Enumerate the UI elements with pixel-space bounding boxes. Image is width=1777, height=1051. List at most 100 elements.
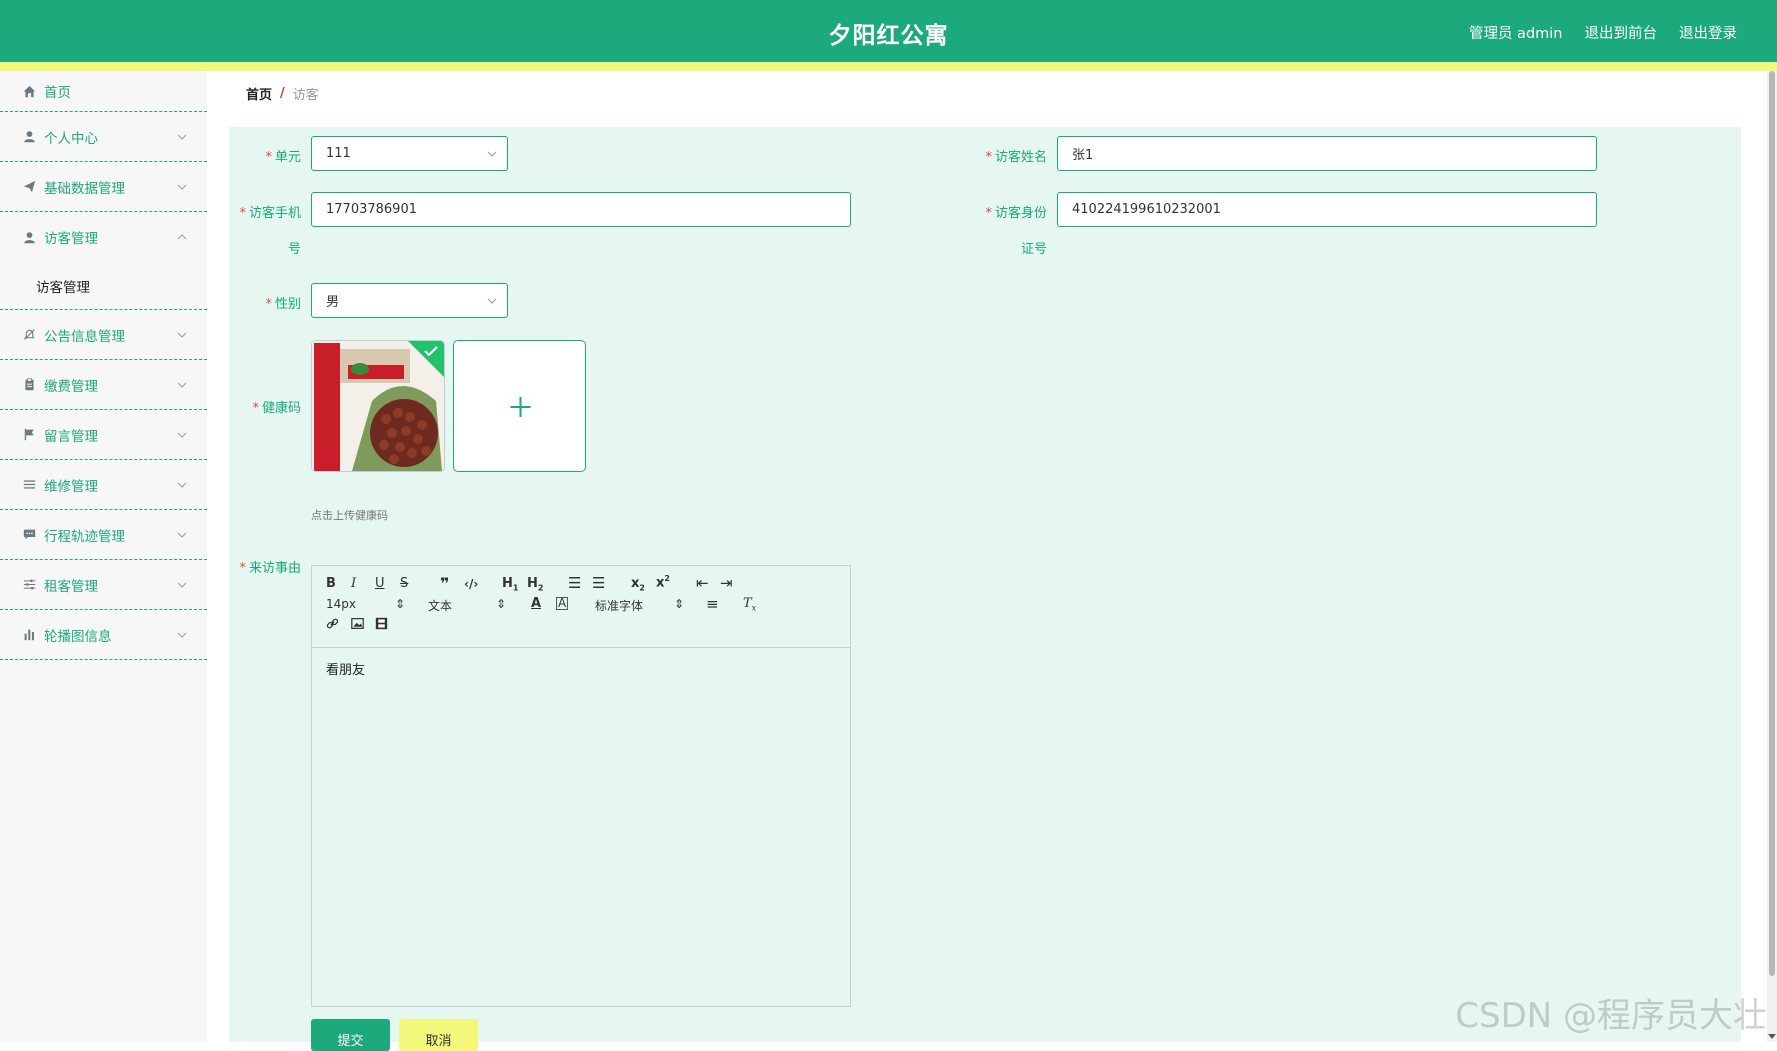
- strike-button[interactable]: S: [400, 576, 408, 591]
- header-select-arrows: ⇕: [496, 597, 507, 611]
- breadcrumb-home[interactable]: 首页: [246, 84, 272, 103]
- underline-button[interactable]: U: [375, 576, 385, 591]
- bold-button[interactable]: B: [326, 576, 336, 591]
- sidebar-item-repair[interactable]: 维修管理: [0, 460, 207, 510]
- sidebar-item-label: 缴费管理: [44, 378, 98, 395]
- health-code-label: * 健康码: [252, 401, 301, 416]
- required-mark: *: [985, 150, 992, 165]
- reason-label: * 来访事由: [239, 561, 301, 576]
- editor-content[interactable]: 看朋友: [326, 659, 365, 678]
- required-mark: *: [265, 297, 272, 312]
- cancel-button[interactable]: 取消: [399, 1019, 478, 1051]
- editor-toolbar: B I U S ❞ ‹/› H1 H2 ☰ ☰ x2 x2 ⇤ ⇥ 14px ⇕…: [312, 566, 850, 648]
- sidebar-item-payment[interactable]: 缴费管理: [0, 360, 207, 410]
- gender-select-value: 男: [326, 295, 340, 310]
- scroll-down-arrow-icon[interactable]: [1768, 1034, 1776, 1039]
- unit-label: * 单元: [265, 150, 301, 165]
- sidebar-item-tenants[interactable]: 租客管理: [0, 560, 207, 610]
- admin-user-label[interactable]: 管理员 admin: [1469, 22, 1563, 43]
- sidebar-item-carousel[interactable]: 轮播图信息: [0, 610, 207, 660]
- user-icon: [22, 230, 36, 244]
- logout-link[interactable]: 退出登录: [1679, 22, 1737, 43]
- page-scrollbar[interactable]: [1767, 71, 1777, 1042]
- header-select[interactable]: 文本: [428, 597, 452, 614]
- plus-icon: [510, 397, 531, 417]
- visitor-id-input[interactable]: 410224199610232001: [1057, 192, 1597, 227]
- visitor-phone-label-cont: 号: [287, 242, 301, 257]
- font-family-select[interactable]: 标准字体: [595, 597, 643, 614]
- blockquote-button[interactable]: ❞: [440, 574, 449, 593]
- font-family-select-arrows: ⇕: [674, 597, 685, 611]
- sidebar-item-home[interactable]: 首页: [0, 71, 207, 112]
- sidebar-item-personal-center[interactable]: 个人中心: [0, 112, 207, 162]
- health-code-tip: 点击上传健康码: [311, 509, 388, 522]
- bell-off-icon: [22, 328, 36, 342]
- sidebar-item-label: 租客管理: [44, 578, 98, 595]
- unit-select-value: 111: [326, 146, 351, 161]
- video-icon[interactable]: [375, 617, 388, 634]
- sidebar-item-messages[interactable]: 留言管理: [0, 410, 207, 460]
- text-color-button[interactable]: A: [531, 596, 541, 611]
- sidebar-item-label: 首页: [44, 85, 71, 101]
- subscript-button[interactable]: x2: [631, 576, 645, 593]
- bar-chart-icon: [22, 628, 36, 642]
- sidebar-item-basic-data[interactable]: 基础数据管理: [0, 162, 207, 212]
- chevron-down-icon: [177, 184, 187, 190]
- link-icon[interactable]: [326, 617, 339, 634]
- visitor-name-label: * 访客姓名: [985, 150, 1047, 165]
- health-code-image[interactable]: [311, 340, 445, 472]
- sidebar-item-label: 公告信息管理: [44, 328, 125, 345]
- visitor-form: * 单元 111 * 访客姓名 张1 * 访客手机 号 17703786901 * 访客…: [229, 127, 1741, 1051]
- visitor-phone-label: * 访客手机: [239, 206, 301, 221]
- top-links: 管理员 admin 退出到前台 退出登录: [1469, 22, 1737, 43]
- submit-button[interactable]: 提交: [311, 1019, 390, 1051]
- required-mark: *: [252, 401, 259, 416]
- chevron-down-icon: [177, 482, 187, 488]
- visitor-name-value: 张1: [1072, 148, 1094, 163]
- health-code-photo: [312, 341, 444, 471]
- sidebar-subitem-visitor-management[interactable]: 访客管理: [0, 262, 207, 310]
- header1-button[interactable]: H1: [502, 576, 518, 593]
- sidebar-item-label: 基础数据管理: [44, 180, 125, 197]
- background-color-button[interactable]: A: [556, 597, 569, 610]
- chevron-down-icon: [177, 382, 187, 388]
- visitor-phone-value: 17703786901: [326, 202, 417, 217]
- gender-select[interactable]: 男: [311, 283, 508, 318]
- chevron-up-icon: [177, 234, 187, 240]
- required-mark: *: [265, 150, 272, 165]
- ordered-list-button[interactable]: ☰: [568, 574, 581, 592]
- font-size-select[interactable]: 14px: [326, 597, 356, 611]
- sidebar-item-trajectory[interactable]: 行程轨迹管理: [0, 510, 207, 560]
- indent-button[interactable]: ⇥: [720, 574, 733, 592]
- visitor-name-input[interactable]: 张1: [1057, 136, 1597, 171]
- visitor-phone-input[interactable]: 17703786901: [311, 192, 851, 227]
- unit-select[interactable]: 111: [311, 136, 508, 171]
- user-icon: [22, 130, 36, 144]
- sidebar-item-visitor-management[interactable]: 访客管理: [0, 212, 207, 262]
- chevron-down-icon: [177, 332, 187, 338]
- superscript-button[interactable]: x2: [656, 574, 670, 590]
- bullet-list-button[interactable]: ☰: [592, 574, 605, 592]
- scrollbar-thumb[interactable]: [1769, 71, 1775, 976]
- home-icon: [22, 84, 36, 98]
- sidebar-item-notice[interactable]: 公告信息管理: [0, 310, 207, 360]
- chevron-down-icon: [177, 582, 187, 588]
- header2-button[interactable]: H2: [527, 576, 543, 593]
- image-icon[interactable]: [351, 617, 364, 634]
- chevron-down-icon: [487, 151, 497, 157]
- visitor-id-label-cont: 证号: [1020, 242, 1047, 257]
- visitor-id-value: 410224199610232001: [1072, 202, 1221, 217]
- sliders-icon: [22, 578, 36, 592]
- outdent-button[interactable]: ⇤: [696, 574, 709, 592]
- health-code-upload-button[interactable]: [453, 340, 586, 472]
- sidebar-item-label: 留言管理: [44, 428, 98, 445]
- sidebar-item-label: 轮播图信息: [44, 628, 112, 645]
- align-button[interactable]: ≡: [706, 595, 719, 613]
- to-front-link[interactable]: 退出到前台: [1585, 22, 1658, 43]
- sidebar-item-label: 访客管理: [44, 231, 98, 247]
- clear-format-button[interactable]: Tx: [743, 596, 756, 613]
- top-navbar: 夕阳红公寓 管理员 admin 退出到前台 退出登录: [0, 0, 1777, 71]
- breadcrumb: 首页 / 访客: [229, 71, 1741, 116]
- italic-button[interactable]: I: [351, 576, 356, 591]
- code-block-button[interactable]: ‹/›: [464, 577, 478, 591]
